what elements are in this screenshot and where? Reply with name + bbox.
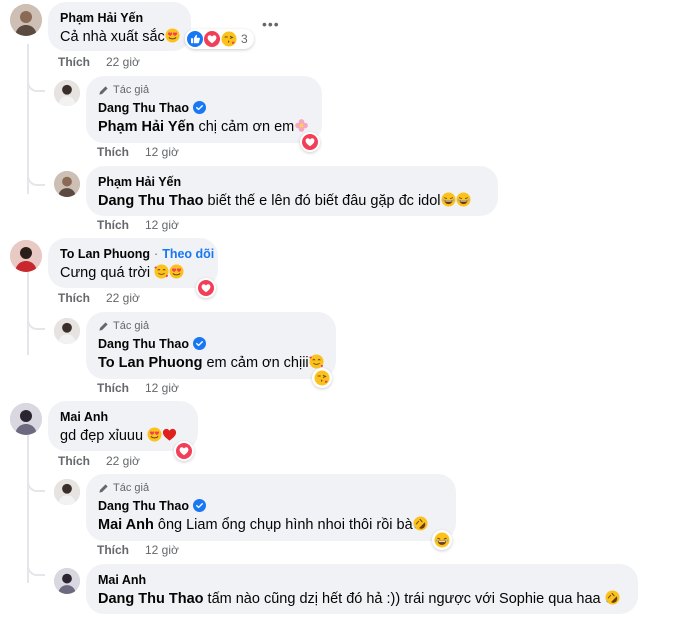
comment-time[interactable]: 12 giờ [145, 543, 179, 557]
laughing-emoji-icon [456, 192, 471, 207]
like-button[interactable]: Thích [97, 543, 129, 557]
reaction-summary[interactable] [174, 441, 194, 461]
comment-actions: Thích 12 giờ [97, 145, 179, 159]
comment-author[interactable]: Dang Thu Thao [98, 101, 189, 115]
heart-eyes-emoji-icon [169, 264, 184, 279]
reaction-summary[interactable]: 3 [185, 29, 254, 49]
laughing-emoji-icon [441, 192, 456, 207]
pen-icon [98, 321, 109, 332]
follow-button[interactable]: Theo dõi [162, 247, 214, 261]
comment-time[interactable]: 22 giờ [106, 454, 140, 468]
comment-time[interactable]: 12 giờ [145, 381, 179, 395]
red-heart-emoji-icon [162, 427, 177, 442]
comment-author[interactable]: Mai Anh [98, 573, 146, 587]
comment-actions: Thích 12 giờ [97, 218, 179, 232]
flower-emoji-icon [294, 118, 309, 133]
comment-author[interactable]: Mai Anh [60, 410, 108, 424]
love-reaction-icon [204, 31, 220, 47]
heart-eyes-emoji-icon [165, 28, 180, 43]
avatar[interactable] [10, 403, 42, 435]
author-badge: Tác giả [98, 83, 310, 97]
rofl-emoji-icon [413, 516, 428, 531]
verified-badge-icon [193, 499, 206, 512]
love-reaction-icon [302, 134, 318, 150]
like-button[interactable]: Thích [58, 454, 90, 468]
comment-time[interactable]: 22 giờ [106, 55, 140, 69]
comment-author[interactable]: Dang Thu Thao [98, 499, 189, 513]
comment-author[interactable]: To Lan Phuong [60, 247, 150, 261]
thread-elbow [27, 556, 45, 576]
thread-elbow [27, 72, 45, 92]
mention-link[interactable]: Phạm Hải Yến [98, 119, 194, 135]
comment-time[interactable]: 22 giờ [106, 291, 140, 305]
like-reaction-icon [187, 31, 203, 47]
like-button[interactable]: Thích [58, 291, 90, 305]
reaction-summary[interactable] [312, 368, 332, 388]
pen-icon [98, 483, 109, 494]
laughing-emoji-icon [434, 532, 450, 548]
comment-bubble: Phạm Hải Yến Cả nhà xuất sắc [48, 2, 191, 51]
avatar[interactable] [54, 318, 80, 344]
comment-text: Cả nhà xuất sắc [60, 29, 165, 45]
verified-badge-icon [193, 337, 206, 350]
mention-link[interactable]: Dang Thu Thao [98, 591, 204, 607]
like-button[interactable]: Thích [58, 55, 90, 69]
heart-eyes-emoji-icon [147, 427, 162, 442]
smiling-hearts-emoji-icon [154, 264, 169, 279]
avatar[interactable] [54, 80, 80, 106]
thread-elbow [27, 166, 45, 186]
comment-bubble: Phạm Hải Yến Dang Thu Thao biết thế e lê… [86, 166, 498, 216]
like-button[interactable]: Thích [97, 145, 129, 159]
comment-bubble: Tác giả Dang Thu Thao To Lan Phuong em c… [86, 312, 336, 379]
love-reaction-icon [198, 280, 214, 296]
comment-bubble: Tác giả Dang Thu Thao Mai Anh ông Liam ổ… [86, 474, 456, 541]
avatar[interactable] [10, 240, 42, 272]
love-reaction-icon [176, 443, 192, 459]
comment-text: Cưng quá trời [60, 265, 151, 281]
smiling-hearts-emoji-icon [309, 354, 324, 369]
more-options-icon[interactable]: ••• [262, 16, 280, 32]
comment-text: biết thế e lên đó biết đâu gặp đc idol [207, 193, 441, 209]
kiss-emoji-icon [314, 370, 330, 386]
comment-text: chị cảm ơn em [198, 119, 295, 135]
pen-icon [98, 85, 109, 96]
avatar[interactable] [54, 171, 80, 197]
reaction-summary[interactable] [432, 530, 452, 550]
comment-actions: Thích 12 giờ [97, 543, 179, 557]
thread-elbow [27, 472, 45, 492]
reaction-summary[interactable] [300, 132, 320, 152]
avatar[interactable] [54, 568, 80, 594]
comment-actions: Thích 22 giờ [58, 55, 140, 69]
comment-text: ông Liam ổng chụp hình nhoi thôi rồi bà [157, 517, 413, 533]
comment-time[interactable]: 12 giờ [145, 145, 179, 159]
comment-bubble: To Lan Phuong · Theo dõi Cưng quá trời [48, 238, 218, 288]
avatar[interactable] [10, 4, 42, 36]
author-badge: Tác giả [98, 481, 444, 495]
like-button[interactable]: Thích [97, 218, 129, 232]
mention-link[interactable]: Dang Thu Thao [98, 193, 204, 209]
kiss-emoji-icon [221, 31, 237, 47]
mention-link[interactable]: Mai Anh [98, 517, 154, 533]
rofl-emoji-icon [605, 590, 620, 605]
thread-elbow [27, 310, 45, 330]
comment-actions: Thích 22 giờ [58, 291, 140, 305]
comment-actions: Thích 12 giờ [97, 381, 179, 395]
comment-text: tấm nào cũng dzị hết đó hả :)) trái ngượ… [207, 591, 601, 607]
mention-link[interactable]: To Lan Phuong [98, 355, 202, 371]
comment-author[interactable]: Phạm Hải Yến [60, 11, 143, 25]
comment-time[interactable]: 12 giờ [145, 218, 179, 232]
comment-author[interactable]: Dang Thu Thao [98, 337, 189, 351]
comment-bubble: Tác giả Dang Thu Thao Phạm Hải Yến chị c… [86, 76, 322, 143]
like-button[interactable]: Thích [97, 381, 129, 395]
comment-bubble: Mai Anh Dang Thu Thao tấm nào cũng dzị h… [86, 564, 638, 614]
comment-actions: Thích 22 giờ [58, 454, 140, 468]
comment-author[interactable]: Phạm Hải Yến [98, 175, 181, 189]
author-badge: Tác giả [98, 319, 324, 333]
comment-text: gd đẹp xỉuuu [60, 428, 144, 444]
verified-badge-icon [193, 101, 206, 114]
reaction-summary[interactable] [196, 278, 216, 298]
comment-text: em cảm ơn chịii [206, 355, 309, 371]
reaction-count: 3 [241, 32, 248, 46]
avatar[interactable] [54, 479, 80, 505]
